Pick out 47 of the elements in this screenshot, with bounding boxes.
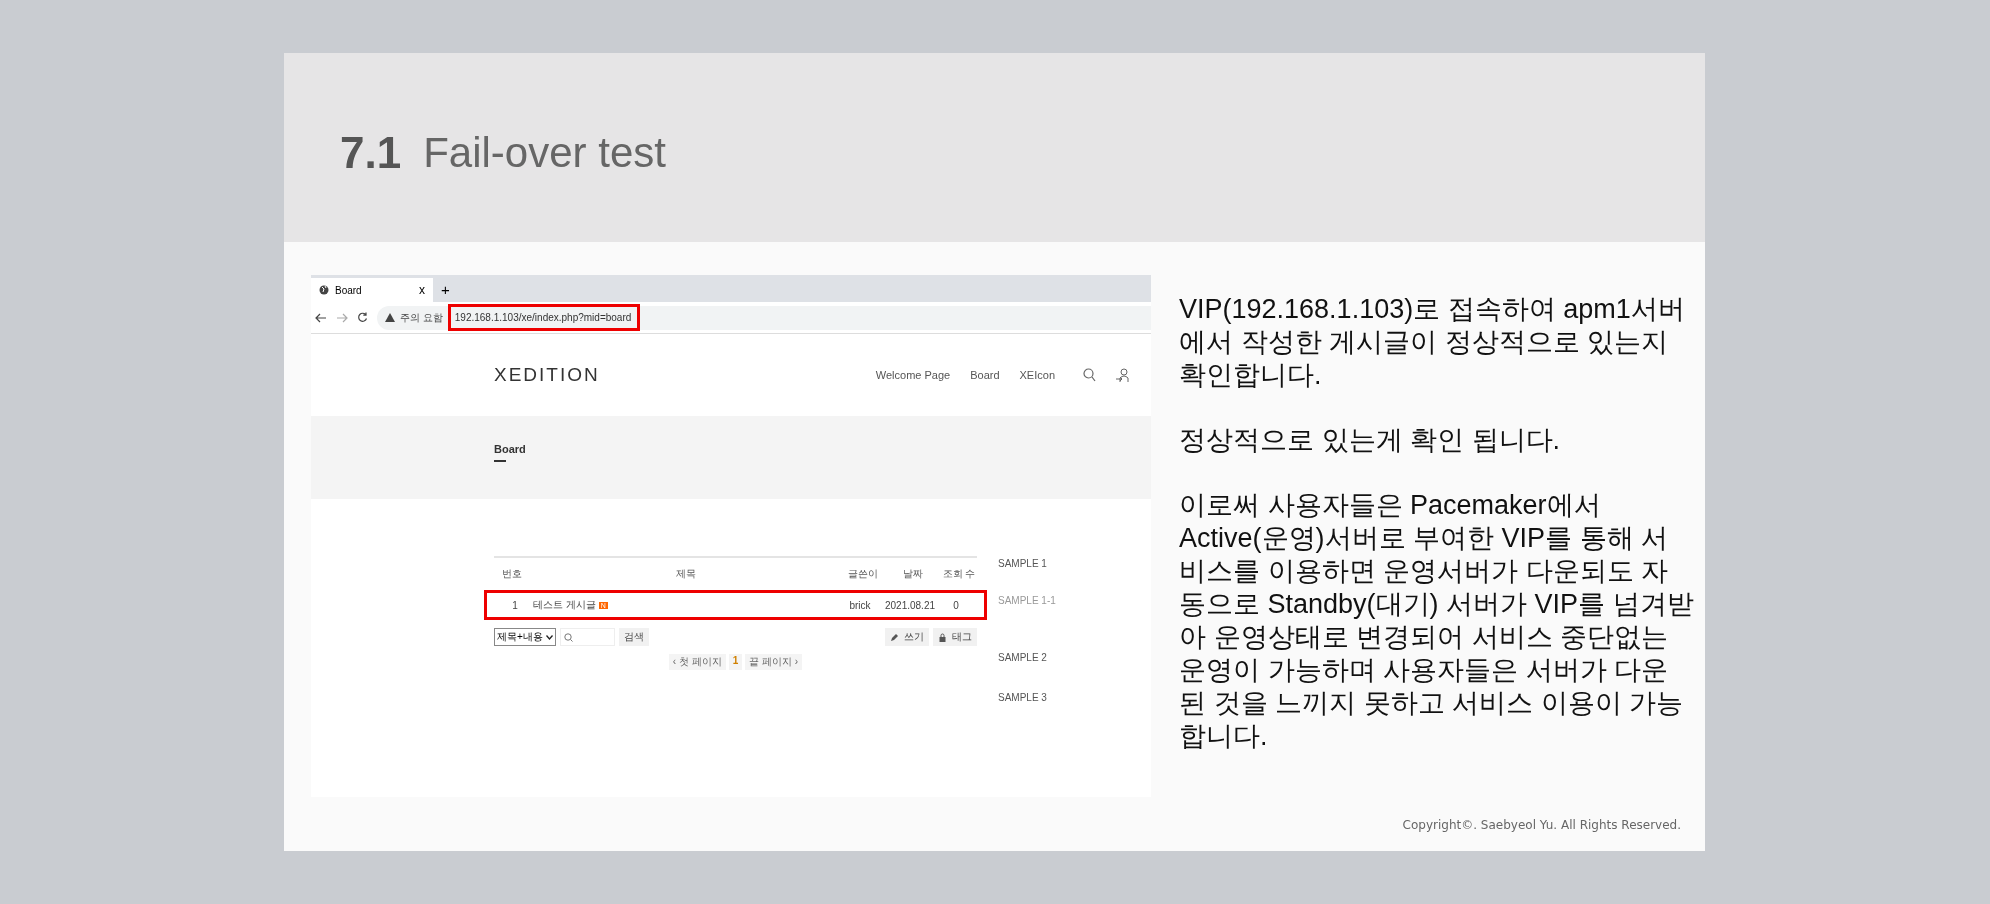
table-cell-text: 0 — [952, 599, 960, 611]
post-title-link[interactable]: 테스트 게시글 — [533, 598, 596, 612]
caret-icon — [545, 634, 553, 640]
close-tab-button[interactable]: x — [419, 283, 425, 297]
last-page-button[interactable]: 끝 페이지 › — [745, 654, 803, 670]
reload-icon[interactable] — [357, 312, 368, 323]
table-cell-text: 2021.08.21 — [883, 599, 937, 611]
action-button[interactable]: 태그 — [933, 628, 977, 646]
column-header: 글쓴이 — [847, 567, 879, 581]
column-header: 날짜 — [902, 567, 924, 581]
browser-tab[interactable]: Board x — [311, 278, 433, 302]
table-cell-text: brick — [848, 599, 872, 611]
page-title: Board — [494, 443, 527, 455]
sidebar-item[interactable]: SAMPLE 1 — [998, 558, 1056, 568]
search-icon — [563, 632, 573, 642]
nav-link[interactable]: Welcome Page — [875, 369, 951, 381]
copyright-text: Copyright©. Saebyeol Yu. All Rights Reserved. — [1402, 818, 1681, 832]
search-option-select[interactable]: 제목+내용 — [494, 628, 556, 646]
column-header: 번호 — [501, 567, 523, 581]
description-paragraph: 이로써 사용자들은 Pacemaker에서 Active(운영)서버로 부여한 VIP를 통해 서비스를 이용하면 운영서버가 다운되도 자동으로 Standby(대기) 서버가 VIP를 넘겨받아 운영상태로 변경되어 서비스 중단없는 운영이 가능하며 사용자들은 서버가 다운된 것을 느끼지 못하고 서비스 이용이 가능합니다. — [1179, 489, 1694, 753]
nav-link[interactable]: Board — [970, 369, 1000, 381]
column-header: 조회 수 — [941, 567, 977, 581]
nav-link[interactable]: XEIcon — [1019, 369, 1055, 381]
new-tab-button[interactable]: + — [441, 281, 450, 298]
address-bar[interactable]: 주의 요함 192.168.1.103/xe/index.php?mid=board — [377, 305, 1151, 330]
search-button[interactable]: 검색 — [618, 628, 649, 646]
site-logo[interactable]: XEDITION — [494, 364, 600, 386]
login-icon[interactable] — [1116, 367, 1129, 383]
column-header: 제목 — [674, 567, 697, 581]
sidebar-item[interactable]: SAMPLE 2 — [998, 652, 1056, 662]
lock-icon — [938, 632, 947, 642]
table-cell-text: 1 — [511, 599, 519, 611]
url-text: 192.168.1.103/xe/index.php?mid=board — [447, 304, 641, 331]
globe-icon — [319, 285, 329, 295]
warning-icon — [385, 313, 395, 322]
description-paragraph: 정상적으로 있는게 확인 됩니다. — [1179, 424, 1561, 457]
section-number: 7.1 — [340, 127, 402, 178]
description-paragraph: VIP(192.168.1.103)로 접속하여 apm1서버에서 작성한 게시글이 정상적으로 있는지 확인합니다. — [1179, 293, 1686, 392]
first-page-button[interactable]: ‹ 첫 페이지 — [668, 654, 726, 670]
slide-title: Fail-over test — [423, 128, 666, 177]
pencil-icon — [890, 632, 899, 642]
back-icon[interactable] — [315, 312, 327, 323]
search-icon[interactable] — [1083, 368, 1096, 382]
action-button[interactable]: 쓰기 — [885, 628, 929, 646]
search-field[interactable] — [559, 628, 615, 646]
security-label: 주의 요함 — [400, 310, 443, 325]
sidebar-item[interactable]: SAMPLE 3 — [998, 692, 1056, 702]
